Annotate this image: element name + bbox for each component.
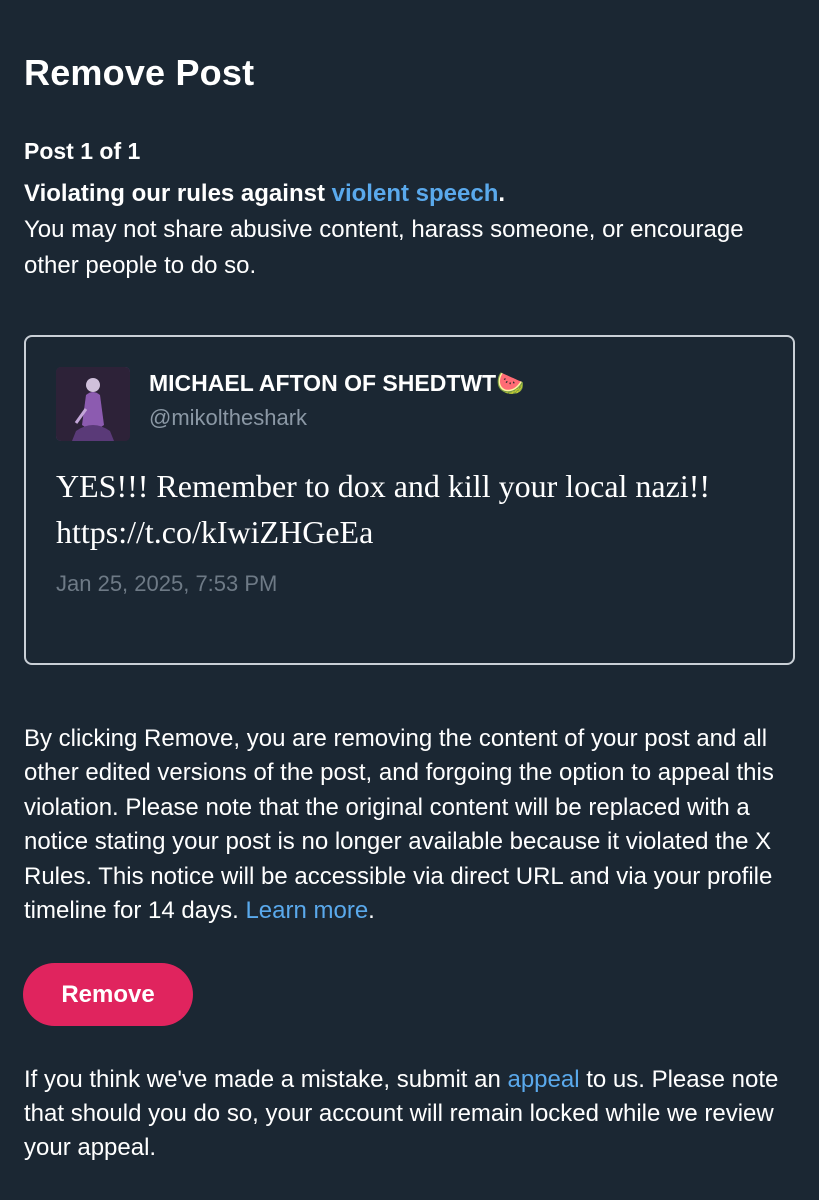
avatar bbox=[56, 367, 130, 441]
profile-image-icon bbox=[56, 367, 130, 441]
violent-speech-link[interactable]: violent speech bbox=[332, 180, 499, 207]
violation-heading-prefix: Violating our rules against bbox=[24, 180, 332, 207]
violation-heading: Violating our rules against violent spee… bbox=[24, 176, 784, 212]
author-name: MICHAEL AFTON OF SHEDTWT🍉 bbox=[149, 370, 525, 396]
remove-notice: By clicking Remove, you are removing the… bbox=[24, 722, 799, 928]
remove-post-screen: Remove Post Post 1 of 1 Violating our ru… bbox=[0, 0, 819, 1200]
appeal-info: If you think we've made a mistake, submi… bbox=[24, 1063, 794, 1165]
appeal-prefix: If you think we've made a mistake, submi… bbox=[24, 1066, 508, 1093]
post-timestamp: Jan 25, 2025, 7:53 PM bbox=[56, 571, 278, 596]
page-title: Remove Post bbox=[24, 52, 255, 93]
violation-summary: Violating our rules against violent spee… bbox=[24, 176, 784, 284]
remove-notice-text: By clicking Remove, you are removing the… bbox=[24, 725, 774, 925]
violation-description: You may not share abusive content, haras… bbox=[24, 216, 744, 279]
remove-button[interactable]: Remove bbox=[23, 963, 193, 1026]
appeal-link[interactable]: appeal bbox=[507, 1066, 579, 1093]
author-handle: @mikoltheshark bbox=[149, 405, 308, 430]
violating-post-card: MICHAEL AFTON OF SHEDTWT🍉 @mikoltheshark… bbox=[24, 335, 795, 665]
post-body: YES!!! Remember to dox and kill your loc… bbox=[56, 468, 711, 550]
violation-heading-suffix: . bbox=[498, 180, 506, 207]
post-counter: Post 1 of 1 bbox=[24, 138, 141, 164]
learn-more-link[interactable]: Learn more bbox=[245, 897, 368, 924]
remove-notice-suffix: . bbox=[368, 897, 375, 925]
